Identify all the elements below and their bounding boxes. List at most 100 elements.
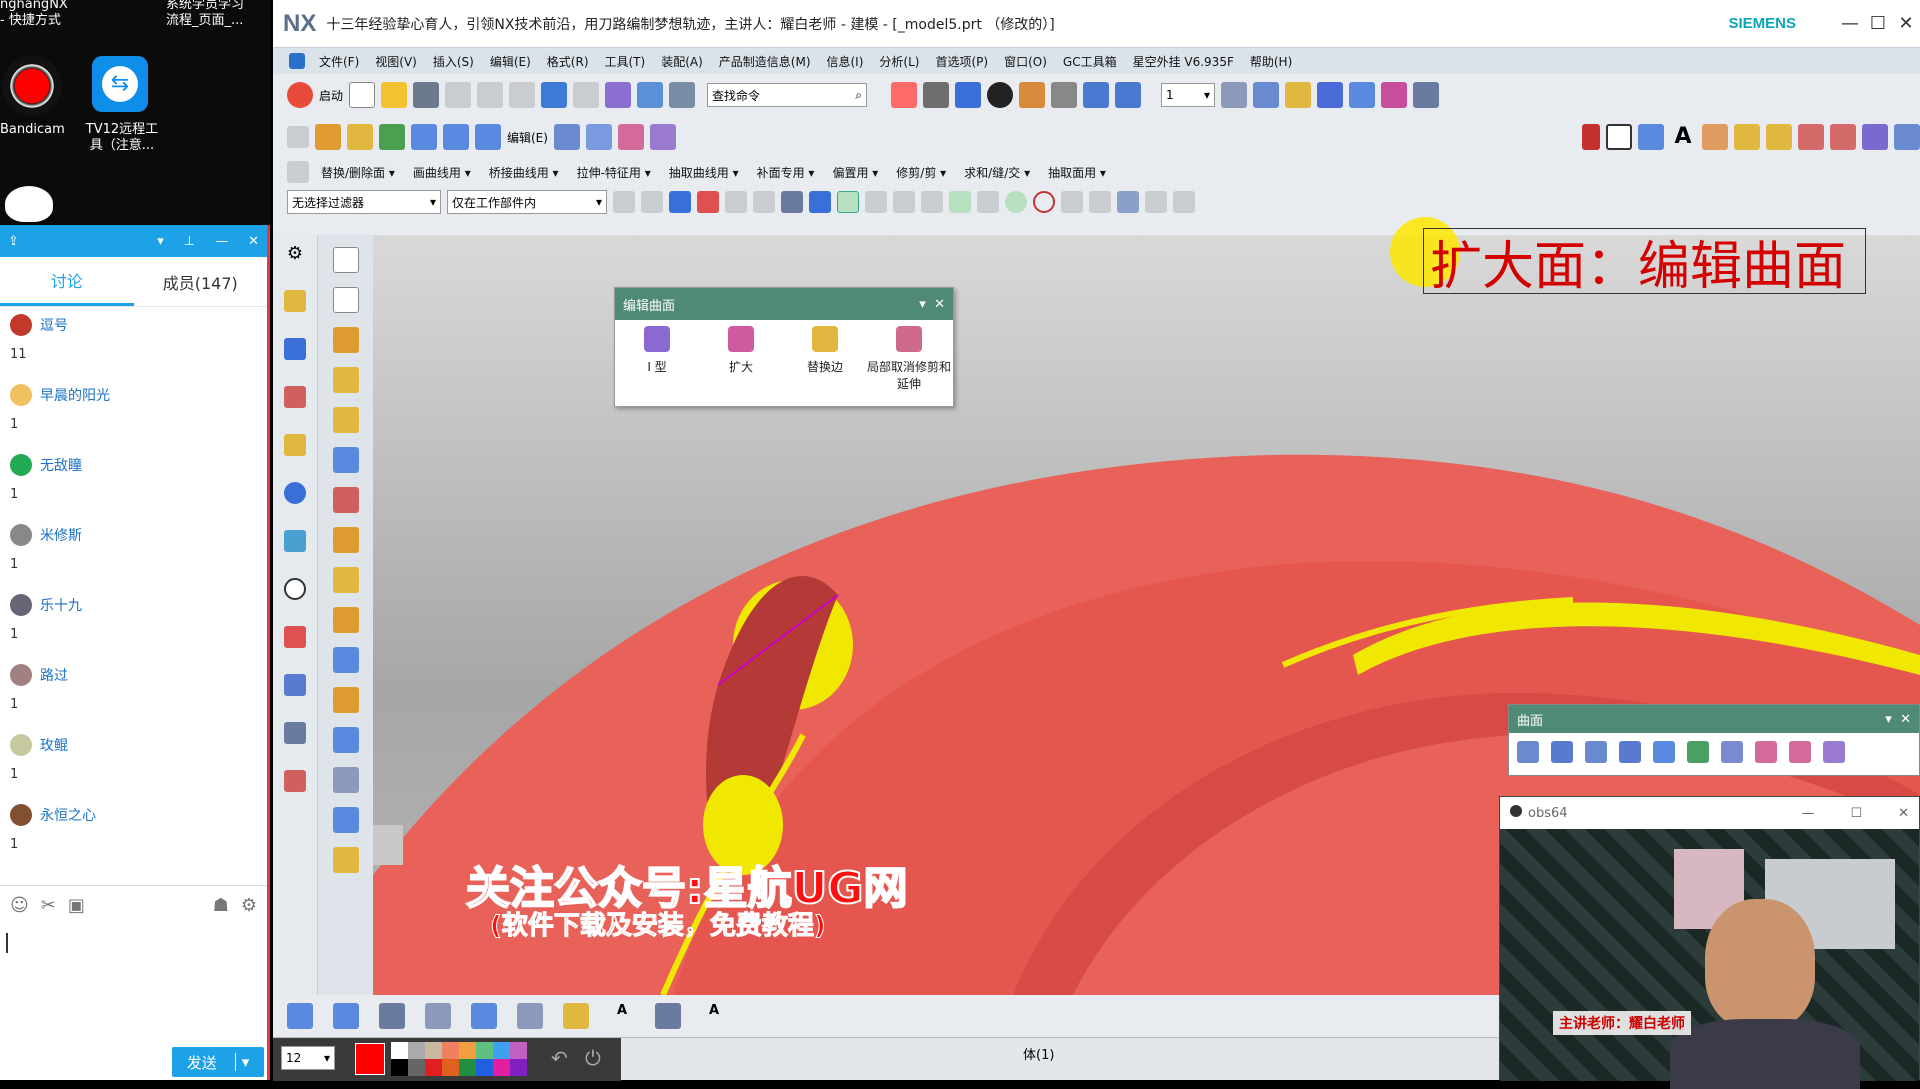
close-icon[interactable]: ✕ — [934, 297, 945, 312]
menu-item[interactable]: 产品制造信息(M) — [711, 53, 819, 70]
menu-item[interactable]: 信息(I) — [819, 53, 872, 70]
quadrant-icon[interactable] — [1033, 191, 1055, 213]
control-point-icon[interactable] — [921, 191, 943, 213]
member-item[interactable]: 早晨的阳光 1 — [0, 377, 267, 447]
member-item[interactable]: 永恒之心 1 — [0, 797, 267, 867]
redo-icon[interactable] — [573, 82, 600, 108]
i-type-button[interactable]: I 型 — [615, 320, 699, 408]
shading-icon[interactable] — [987, 82, 1014, 108]
chevron-down-icon[interactable]: ▾ — [1885, 712, 1892, 727]
shell-icon[interactable] — [332, 727, 359, 753]
palette-icon[interactable] — [284, 626, 306, 648]
extrude-icon[interactable] — [315, 124, 341, 150]
sketch-icon[interactable] — [287, 126, 309, 148]
menu-item[interactable]: GC工具箱 — [1055, 53, 1125, 70]
selection-scope-select[interactable]: 仅在工作部件内 ▾ — [447, 190, 607, 214]
layout-icon[interactable] — [332, 247, 359, 273]
section-icon[interactable] — [517, 1003, 543, 1029]
trim-and-extend-icon[interactable] — [1755, 741, 1777, 763]
body-select-icon[interactable] — [781, 191, 803, 213]
enlarge-button[interactable]: 扩大 — [699, 320, 783, 408]
custom-toolbar-menu[interactable]: 替换/删除面 ▾ — [315, 164, 401, 181]
rectangle-icon[interactable] — [1606, 124, 1632, 150]
swept-icon[interactable] — [1653, 741, 1675, 763]
assembly-navigator-icon[interactable] — [284, 338, 306, 360]
menu-item[interactable]: 分析(L) — [871, 53, 927, 70]
menu-item[interactable]: 星空外挂 V6.935F — [1125, 53, 1242, 70]
edit-menu[interactable]: 编辑(E) — [507, 129, 548, 146]
snap-enable-icon[interactable] — [837, 191, 859, 213]
snap-icon[interactable] — [1381, 82, 1408, 108]
pattern-icon[interactable] — [332, 527, 359, 553]
trim-body-icon[interactable] — [443, 124, 469, 150]
command-search-input[interactable]: 查找命令 ⌕ — [707, 83, 868, 107]
drafting-icon[interactable] — [287, 1003, 313, 1029]
component-select-icon[interactable] — [669, 191, 691, 213]
member-item[interactable]: 米修斯 1 — [0, 517, 267, 587]
through-curves-icon[interactable] — [1551, 741, 1573, 763]
close-icon[interactable]: ✕ — [1898, 806, 1909, 821]
local-untrim-extend-button[interactable]: 局部取消修剪和延伸 — [867, 320, 951, 408]
menu-item[interactable]: 文件(F) — [311, 53, 367, 70]
maximize-icon[interactable]: ☐ — [1864, 13, 1892, 34]
perpendicular-icon[interactable] — [977, 191, 999, 213]
dimension-icon[interactable] — [333, 1003, 359, 1029]
custom-toolbar-menu[interactable]: 求和/缝/交 ▾ — [958, 164, 1036, 181]
power-icon[interactable]: ⏻ — [585, 1046, 601, 1070]
existing-point-icon[interactable] — [1061, 191, 1083, 213]
paste-icon[interactable] — [509, 82, 536, 108]
reuse-library-icon[interactable] — [284, 434, 306, 456]
desktop-shortcut-label-1[interactable]: nghangNX - 快捷方式 — [0, 0, 68, 29]
annotation-icon[interactable] — [655, 1003, 681, 1029]
role-icon[interactable] — [284, 674, 306, 696]
menu-item[interactable]: 格式(R) — [539, 53, 597, 70]
type-filter-select[interactable]: 无选择过滤器 ▾ — [287, 190, 441, 214]
send-button[interactable]: 发送 ▾ — [172, 1047, 264, 1077]
chevron-down-icon[interactable]: ▾ — [157, 234, 164, 249]
scissors-icon[interactable]: ✂ — [41, 895, 56, 916]
fit-view-icon[interactable] — [891, 82, 918, 108]
message-input[interactable] — [0, 925, 267, 1035]
menu-item[interactable]: 帮助(H) — [1242, 53, 1300, 70]
spline-icon[interactable] — [1734, 124, 1760, 150]
new-file-icon[interactable] — [349, 82, 376, 108]
cylinder-icon[interactable] — [332, 407, 359, 433]
menu-item[interactable]: 装配(A) — [653, 53, 711, 70]
show-hide-icon[interactable] — [1083, 82, 1110, 108]
replace-edge-button[interactable]: 替换边 — [783, 320, 867, 408]
endpoint-icon[interactable] — [865, 191, 887, 213]
face-select-icon[interactable] — [809, 191, 831, 213]
custom-toolbar-menu[interactable]: 拉伸-特征用 ▾ — [571, 164, 657, 181]
grid-icon[interactable] — [1349, 82, 1376, 108]
line-icon[interactable] — [1582, 124, 1600, 150]
member-item[interactable]: 路过 1 — [0, 657, 267, 727]
patch-icon[interactable] — [1789, 741, 1811, 763]
array-icon[interactable] — [332, 607, 359, 633]
measure-icon[interactable] — [1413, 82, 1440, 108]
share-icon[interactable]: ⇪ — [8, 234, 19, 249]
minimize-icon[interactable]: — — [215, 234, 228, 249]
four-point-surface-icon[interactable] — [1517, 741, 1539, 763]
custom-toolbar-menu[interactable]: 画曲线用 ▾ — [407, 164, 477, 181]
surface-icon[interactable] — [553, 124, 580, 150]
view-icon[interactable] — [471, 1003, 497, 1029]
box-select-icon[interactable] — [753, 191, 775, 213]
settings-icon[interactable]: ⚙ — [241, 895, 257, 916]
curve-icon[interactable] — [1702, 124, 1728, 150]
image-icon[interactable]: ▣ — [68, 895, 85, 916]
teamviewer-icon[interactable]: ⇆ — [92, 56, 148, 112]
point-on-curve-icon[interactable] — [1089, 191, 1111, 213]
custom-toolbar-menu[interactable]: 桥接曲线用 ▾ — [483, 164, 565, 181]
bandicam-icon[interactable] — [2, 56, 62, 116]
project-curve-icon[interactable] — [1798, 124, 1824, 150]
bridge-icon[interactable] — [1766, 124, 1792, 150]
close-icon[interactable]: ✕ — [1892, 13, 1920, 34]
minimize-icon[interactable]: — — [1836, 13, 1864, 34]
member-item[interactable]: 无敌瞳 1 — [0, 447, 267, 517]
folder-icon[interactable] — [1019, 82, 1046, 108]
chamfer-icon[interactable] — [332, 687, 359, 713]
history-icon[interactable] — [284, 578, 306, 600]
repeat-command-icon[interactable] — [637, 82, 664, 108]
select-all-icon[interactable] — [641, 191, 663, 213]
process-studio-icon[interactable] — [284, 770, 306, 792]
